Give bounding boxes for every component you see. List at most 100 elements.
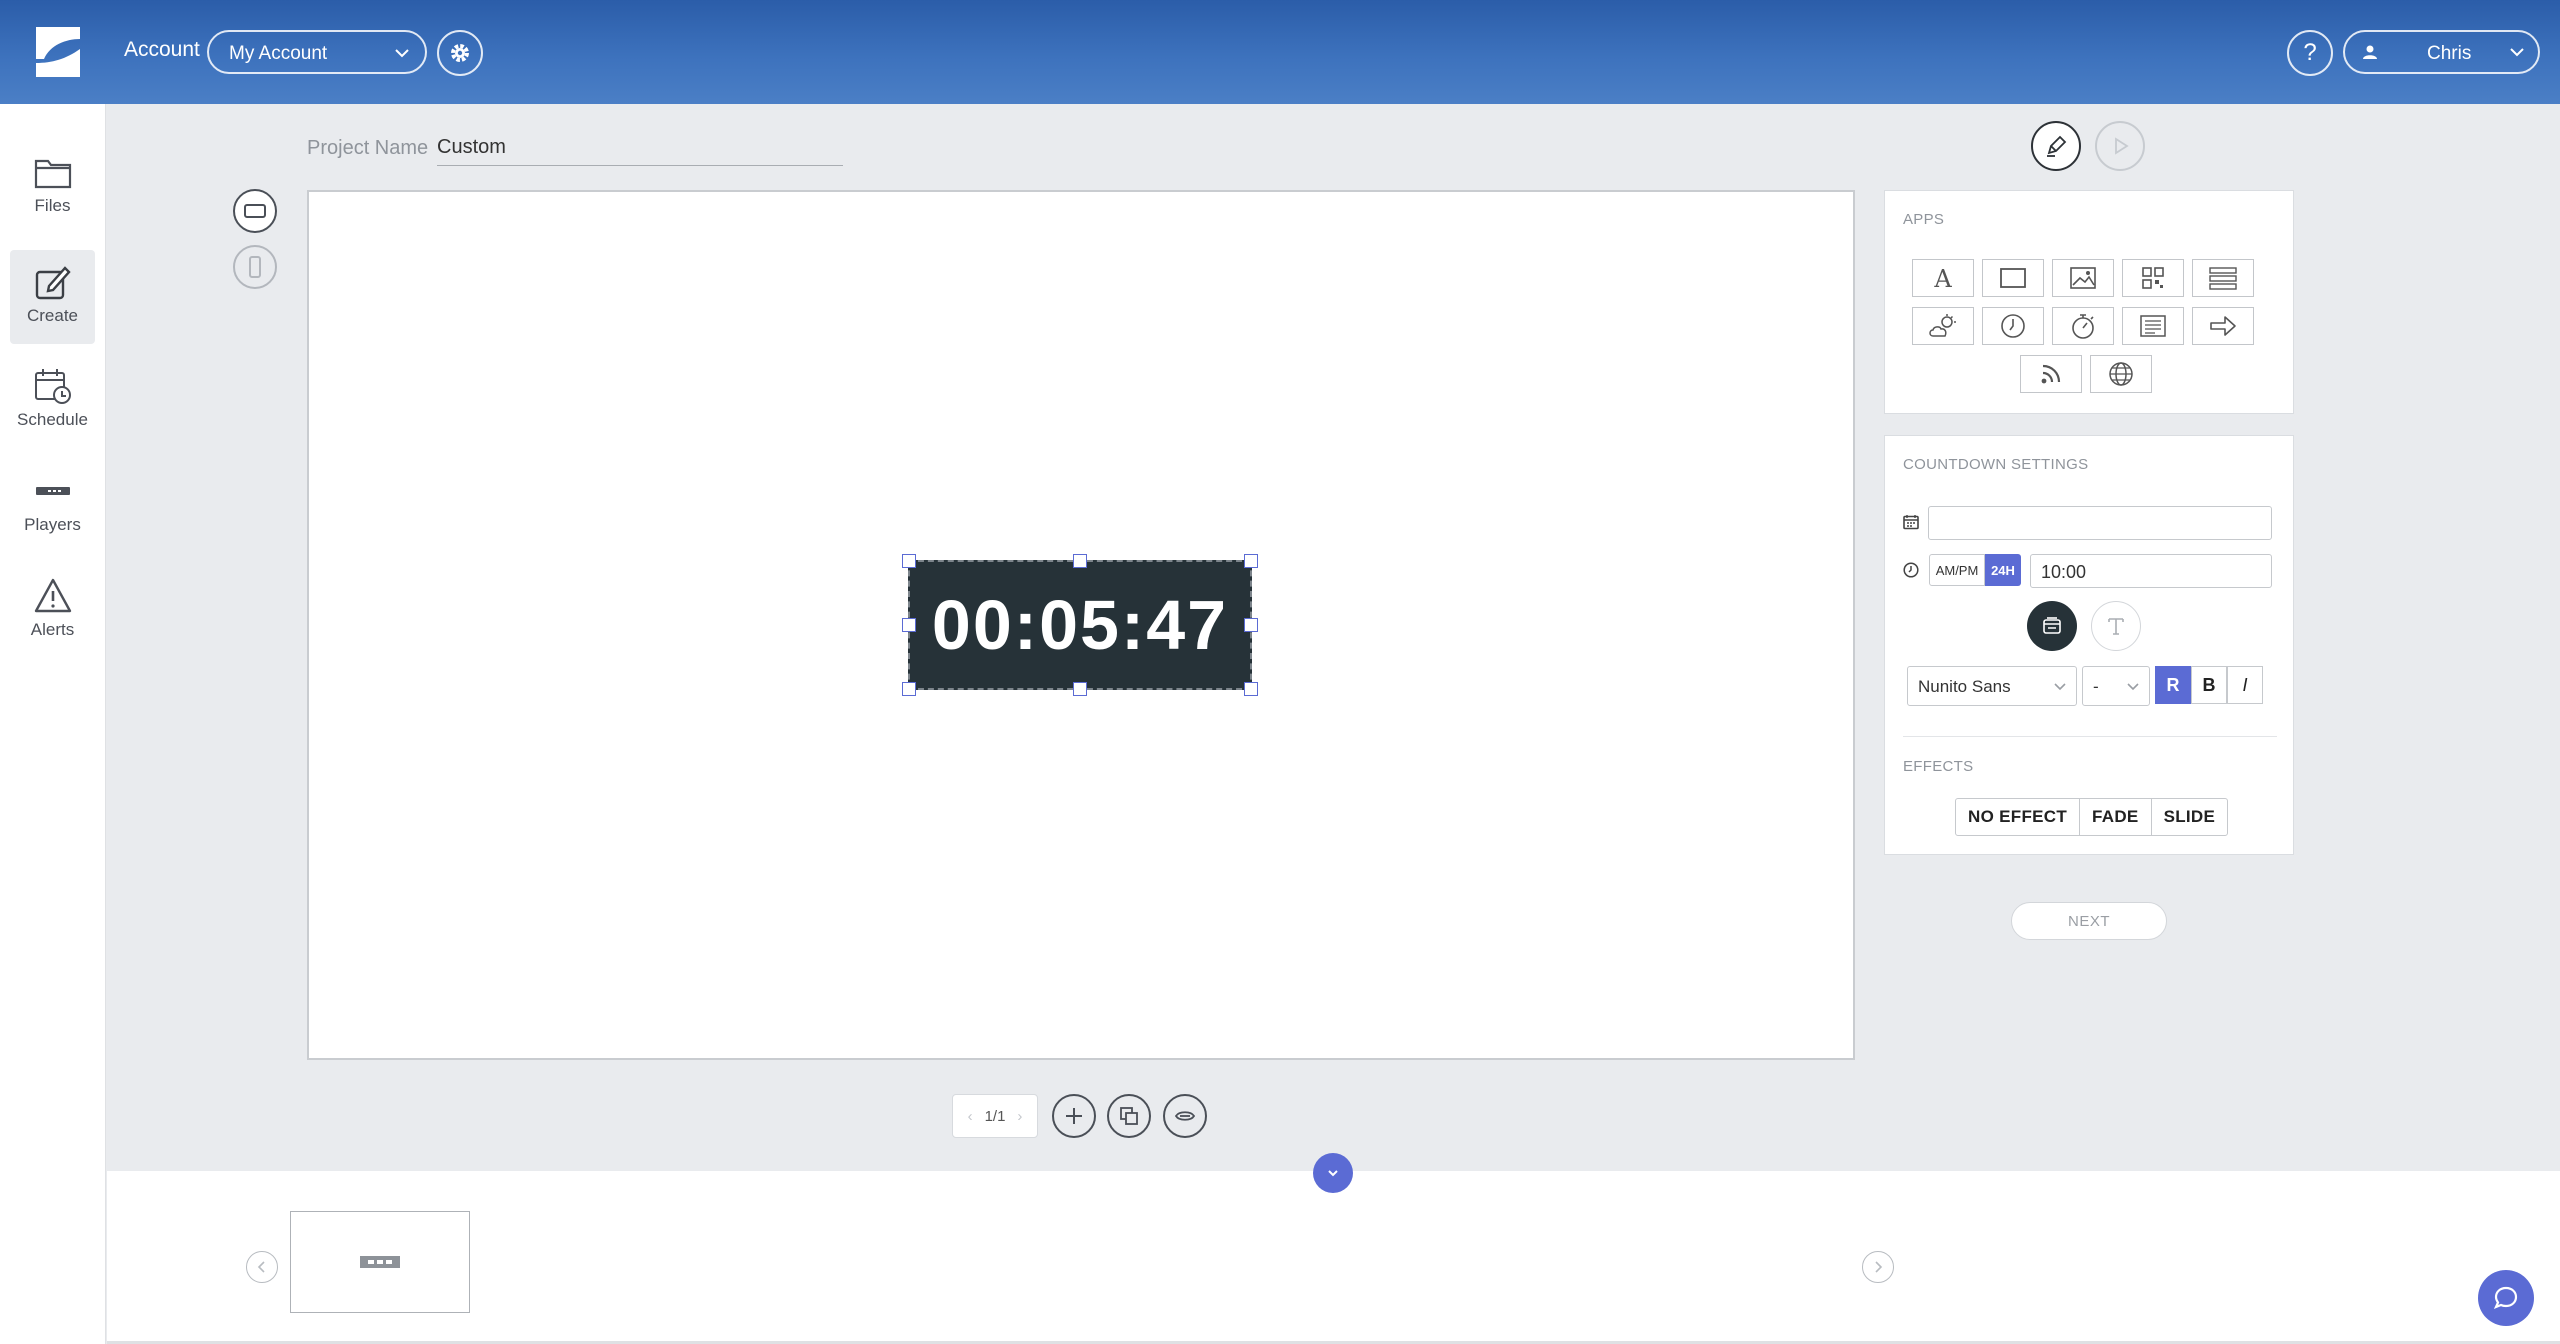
resize-handle[interactable] [1073, 554, 1087, 568]
resize-handle[interactable] [1073, 682, 1087, 696]
sidebar-item-alerts[interactable]: Alerts [10, 564, 95, 658]
collapse-strip-button[interactable] [1313, 1153, 1353, 1193]
countdown-app-button[interactable] [2052, 307, 2114, 345]
next-button[interactable]: NEXT [2011, 902, 2167, 940]
ampm-toggle[interactable]: AM/PM [1929, 554, 1985, 586]
countdown-settings-title: COUNTDOWN SETTINGS [1903, 456, 2089, 473]
portrait-orientation-button[interactable] [233, 245, 277, 289]
text-app-button[interactable]: A [1912, 259, 1974, 297]
qr-app-button[interactable] [2122, 259, 2184, 297]
account-select[interactable]: My Account [207, 30, 427, 74]
font-family-select[interactable]: Nunito Sans [1907, 666, 2077, 706]
rss-app-button[interactable] [2020, 355, 2082, 393]
background-style-button[interactable] [2027, 601, 2077, 651]
sidebar-item-label: Alerts [30, 620, 75, 639]
player-device-icon [35, 487, 70, 495]
sidebar: Files Create Schedule Players Alerts [0, 104, 106, 1344]
resize-handle[interactable] [1244, 618, 1258, 632]
preview-play-button[interactable] [2095, 121, 2145, 171]
redirect-app-button[interactable] [2192, 307, 2254, 345]
page-pager: ‹ 1/1 › [952, 1094, 1038, 1138]
chat-button[interactable] [2478, 1270, 2534, 1326]
resize-handle[interactable] [1244, 554, 1258, 568]
settings-button[interactable] [437, 30, 483, 76]
play-icon [2115, 137, 2129, 155]
countdown-icon [2072, 314, 2094, 339]
countdown-time-input[interactable]: 10:00 [2030, 554, 2272, 588]
edit-mode-button[interactable] [2031, 121, 2081, 171]
warning-icon [34, 578, 71, 613]
chevron-right-icon [1875, 1261, 1883, 1273]
countdown-date-input[interactable] [1928, 506, 2272, 540]
resize-handle[interactable] [902, 682, 916, 696]
slide-effect-button[interactable]: SLIDE [2152, 799, 2228, 835]
web-icon [2109, 362, 2133, 386]
resize-handle[interactable] [1244, 682, 1258, 696]
project-name-input[interactable]: Custom [437, 136, 843, 166]
web-app-button[interactable] [2090, 355, 2152, 393]
page-indicator: 1/1 [984, 1107, 1006, 1125]
gear-icon [451, 44, 469, 62]
project-name-label: Project Name [307, 137, 429, 159]
countdown-widget[interactable]: 00:05:47 [908, 560, 1252, 690]
landscape-orientation-button[interactable] [233, 189, 277, 233]
prev-page-button[interactable]: ‹ [968, 1108, 973, 1125]
text-style-button[interactable] [2091, 601, 2141, 651]
help-button[interactable]: ? [2287, 30, 2333, 76]
user-menu-button[interactable]: Chris [2343, 30, 2540, 74]
calendar-icon [1903, 515, 1919, 530]
sidebar-item-create[interactable]: Create [10, 250, 95, 344]
sidebar-item-files[interactable]: Files [10, 140, 95, 234]
fade-effect-button[interactable]: FADE [2080, 799, 2152, 835]
slide-thumbnail[interactable] [290, 1211, 470, 1313]
weather-app-button[interactable] [1912, 307, 1974, 345]
user-name: Chris [2427, 43, 2472, 64]
rectangle-icon [2000, 268, 2026, 288]
ticker-app-button[interactable] [2122, 307, 2184, 345]
eraser-icon [1174, 1111, 1196, 1121]
app-logo[interactable] [32, 25, 84, 79]
sidebar-item-label: Schedule [17, 410, 88, 429]
countdown-thumbnail-icon [360, 1256, 400, 1268]
sidebar-item-schedule[interactable]: Schedule [10, 354, 95, 448]
format-italic-button[interactable]: I [2227, 666, 2263, 704]
clock-app-button[interactable] [1982, 307, 2044, 345]
strip-prev-button[interactable] [246, 1251, 278, 1283]
qr-code-icon [2142, 267, 2164, 289]
weather-icon [1929, 314, 1956, 337]
strip-next-button[interactable] [1862, 1251, 1894, 1283]
account-select-value: My Account [229, 43, 328, 64]
format-bold-button[interactable]: B [2191, 666, 2227, 704]
24h-toggle[interactable]: 24H [1985, 554, 2021, 586]
sidebar-item-label: Files [34, 196, 71, 215]
eraser-button[interactable] [1163, 1094, 1207, 1138]
format-regular-button[interactable]: R [2155, 666, 2191, 704]
landscape-icon [244, 204, 266, 218]
font-size-select[interactable]: - [2082, 666, 2150, 706]
image-app-button[interactable] [2052, 259, 2114, 297]
edit-icon [35, 266, 71, 300]
pencil-icon [2047, 135, 2067, 157]
settings-divider [1903, 736, 2277, 737]
top-header: Account My Account ? Chris [0, 0, 2560, 104]
image-icon [2070, 267, 2096, 289]
clock-icon [2001, 314, 2025, 338]
text-icon: A [1933, 265, 1952, 291]
resize-handle[interactable] [902, 618, 916, 632]
no-effect-button[interactable]: NO EFFECT [1956, 799, 2081, 835]
duplicate-page-button[interactable] [1107, 1094, 1151, 1138]
text-format-icon [2108, 618, 2124, 635]
sidebar-item-label: Create [26, 306, 79, 325]
chevron-down-icon [1328, 1170, 1338, 1177]
playlist-app-button[interactable] [2192, 259, 2254, 297]
next-page-button[interactable]: › [1017, 1108, 1022, 1125]
sidebar-item-players[interactable]: Players [10, 459, 95, 553]
resize-handle[interactable] [902, 554, 916, 568]
paint-bucket-icon [2043, 617, 2061, 634]
effects-segmented-control: NO EFFECT FADE SLIDE [1955, 798, 2229, 836]
plus-icon [1066, 1108, 1082, 1124]
add-page-button[interactable] [1052, 1094, 1096, 1138]
shape-app-button[interactable] [1982, 259, 2044, 297]
clock-icon [1903, 562, 1919, 578]
slides-strip [107, 1171, 2560, 1344]
